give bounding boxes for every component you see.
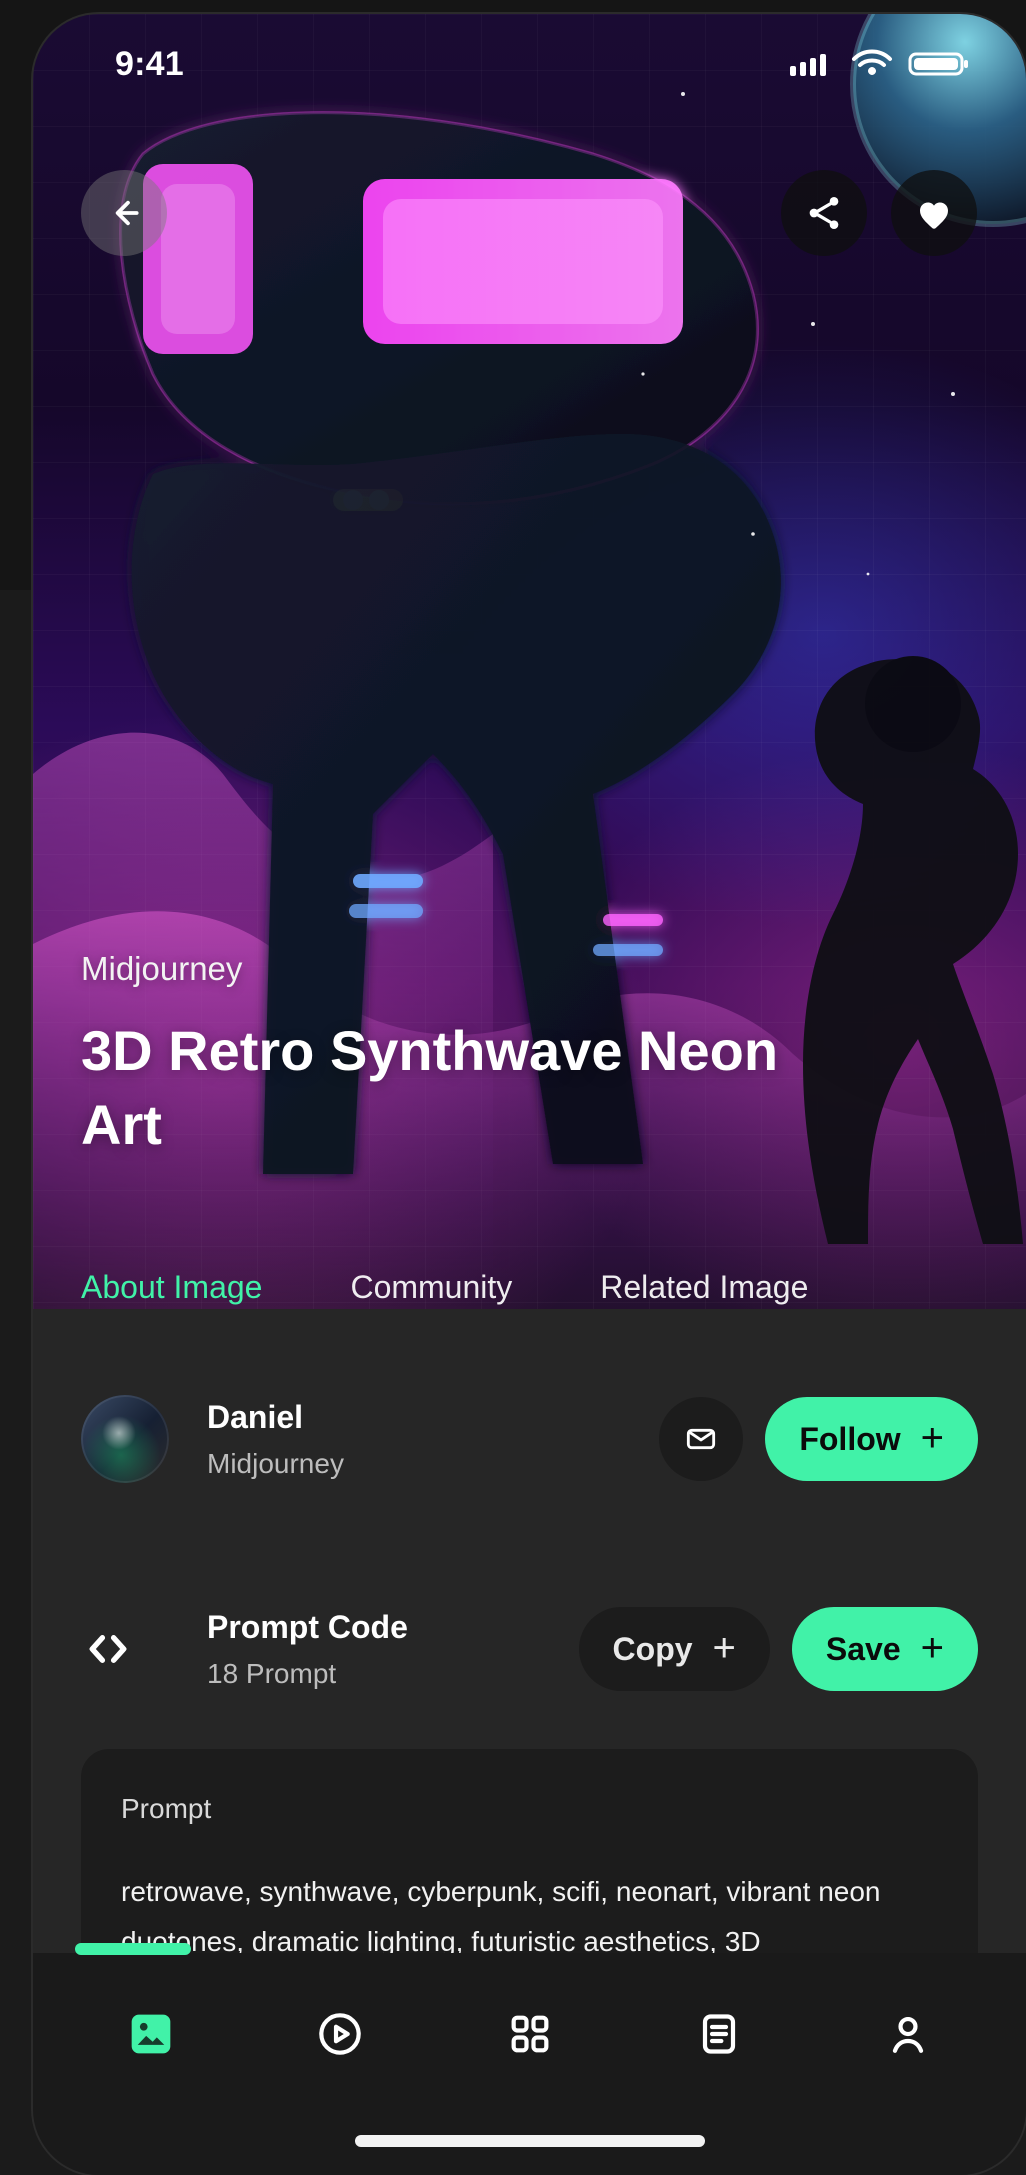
author-actions: Follow + <box>659 1397 978 1481</box>
back-arrow-icon <box>115 200 139 226</box>
nav-item-play[interactable] <box>280 1989 400 2079</box>
tab-about-image[interactable]: About Image <box>81 1269 262 1309</box>
hero-source: Midjourney <box>81 950 243 987</box>
prompt-count: 18 Prompt <box>207 1657 337 1689</box>
author-source: Midjourney <box>207 1447 344 1479</box>
code-brackets-icon <box>81 1605 169 1693</box>
prompt-actions: Copy + Save + <box>578 1607 978 1691</box>
bottom-navigation <box>33 1943 1026 2175</box>
nav-item-profile[interactable] <box>848 1989 968 2079</box>
mail-icon <box>687 1428 716 1450</box>
play-icon <box>319 2013 362 2055</box>
nav-item-grid[interactable] <box>470 1989 590 2079</box>
hero-image: 9:41 Midjourney 3D Retro Synthwave Neon … <box>33 14 1026 1309</box>
hero-title: 3D Retro Synthwave Neon Art <box>81 1019 779 1156</box>
heart-icon <box>920 202 948 229</box>
phone-frame: 9:41 Midjourney 3D Retro Synthwave Neon … <box>33 14 1026 2175</box>
copy-label: Copy <box>612 1630 693 1667</box>
home-indicator[interactable] <box>355 2135 705 2147</box>
grid-icon <box>511 2015 548 2053</box>
images-icon <box>131 2014 171 2054</box>
nav-item-notes[interactable] <box>659 1989 779 2079</box>
prompt-card-label: Prompt <box>121 1793 212 1824</box>
tabs: About Image Community Related Image <box>33 1232 1026 1309</box>
notes-icon <box>702 2014 735 2054</box>
prompt-meta: Prompt Code 18 Prompt <box>207 1609 408 1690</box>
author-meta: Daniel Midjourney <box>207 1399 344 1480</box>
share-icon <box>809 197 839 229</box>
code-brackets-icon-svg <box>89 1635 127 1663</box>
avatar[interactable] <box>81 1395 169 1483</box>
favorite-button[interactable] <box>891 170 977 256</box>
share-button[interactable] <box>781 170 867 256</box>
nav-item-images[interactable] <box>91 1989 211 2079</box>
tab-community[interactable]: Community <box>350 1269 512 1309</box>
author-row: Daniel Midjourney Follow + <box>81 1389 978 1489</box>
profile-icon <box>892 2016 924 2053</box>
content-panel: Daniel Midjourney Follow + Prompt Code 1… <box>33 1309 1026 2175</box>
message-button[interactable] <box>659 1397 744 1481</box>
follow-button[interactable]: Follow + <box>765 1397 978 1481</box>
copy-button[interactable]: Copy + <box>578 1607 770 1691</box>
tab-related-image[interactable]: Related Image <box>600 1269 808 1309</box>
save-label: Save <box>825 1630 901 1667</box>
back-button[interactable] <box>81 170 167 256</box>
prompt-row: Prompt Code 18 Prompt Copy + Save + <box>81 1599 978 1699</box>
prompt-title: Prompt Code <box>207 1608 408 1645</box>
bottom-nav-active-indicator <box>75 1943 191 1955</box>
save-button[interactable]: Save + <box>791 1607 978 1691</box>
prompt-text: retrowave, synthwave, cyberpunk, scifi, … <box>121 1876 881 1957</box>
author-name: Daniel <box>207 1398 304 1435</box>
follow-label: Follow <box>799 1420 901 1457</box>
bottom-nav-items <box>33 1989 1026 2079</box>
